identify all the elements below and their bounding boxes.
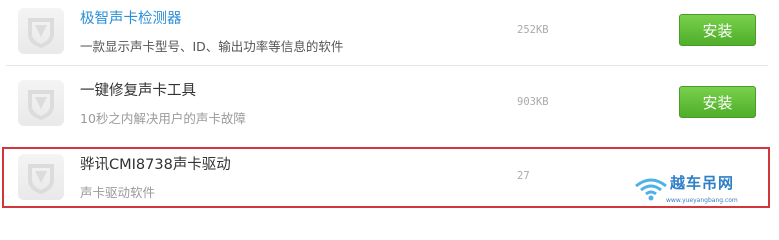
app-shield-icon — [18, 80, 64, 126]
app-name[interactable]: 一键修复声卡工具 — [80, 79, 196, 100]
install-button[interactable]: 安装 — [679, 14, 756, 46]
watermark: 越车吊网 www.yueyangbang.com — [630, 168, 776, 212]
watermark-url: www.yueyangbang.com — [666, 197, 738, 204]
app-size: 252KB — [517, 24, 549, 36]
app-description: 一款显示声卡型号、ID、输出功率等信息的软件 — [80, 39, 344, 54]
list-item[interactable]: 一键修复声卡工具 10秒之内解决用户的声卡故障 903KB 安装 — [6, 72, 768, 138]
app-description: 10秒之内解决用户的声卡故障 — [80, 111, 246, 126]
install-button[interactable]: 安装 — [679, 86, 756, 118]
app-shield-icon — [18, 8, 64, 54]
watermark-title: 越车吊网 — [670, 174, 735, 192]
list-item[interactable]: 极智声卡检测器 一款显示声卡型号、ID、输出功率等信息的软件 252KB 安装 — [6, 0, 768, 66]
app-size: 903KB — [517, 96, 549, 108]
app-name-link[interactable]: 极智声卡检测器 — [80, 7, 182, 28]
